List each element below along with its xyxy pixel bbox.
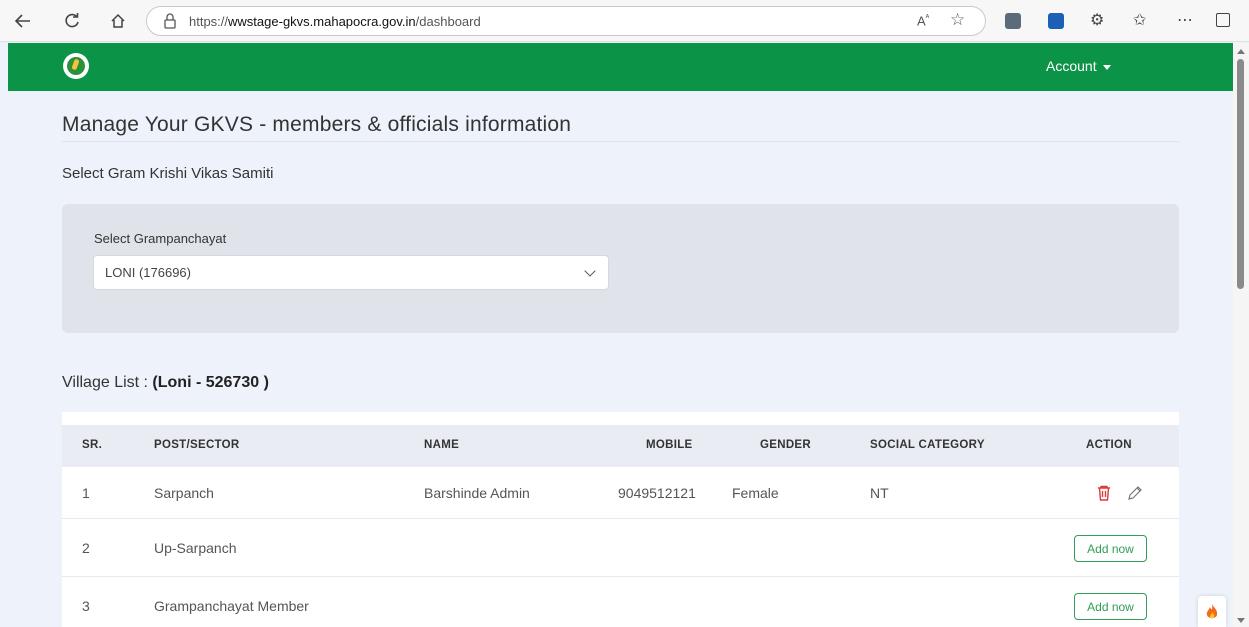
cell-mobile: 9049512121 <box>618 485 696 501</box>
col-action: ACTION <box>1086 439 1132 451</box>
page-scrollbar[interactable] <box>1233 43 1249 627</box>
scroll-up-icon[interactable] <box>1237 49 1245 54</box>
extension-icon[interactable] <box>1005 13 1021 29</box>
add-now-button[interactable]: Add now <box>1074 593 1147 620</box>
page-title: Manage Your GKVS - members & officials i… <box>62 113 572 136</box>
logo[interactable] <box>63 53 89 79</box>
cell-post: Up-Sarpanch <box>154 540 237 556</box>
extension-icon[interactable] <box>1048 13 1064 29</box>
col-social-category: SOCIAL CATEGORY <box>870 439 985 451</box>
table-row: 1 Sarpanch Barshinde Admin 9049512121 Fe… <box>62 467 1179 519</box>
chat-widget[interactable] <box>1198 596 1226 627</box>
cell-gender: Female <box>732 485 779 501</box>
account-menu[interactable]: Account <box>1046 58 1111 74</box>
cell-post: Grampanchayat Member <box>154 598 309 614</box>
add-now-button[interactable]: Add now <box>1074 535 1147 562</box>
home-icon[interactable] <box>108 11 128 31</box>
cell-name: Barshinde Admin <box>424 485 530 501</box>
cell-sr: 2 <box>82 540 90 556</box>
cell-sr: 1 <box>82 485 90 501</box>
url-path: /dashboard <box>415 14 481 29</box>
col-sr: SR. <box>82 439 103 451</box>
lock-icon[interactable] <box>163 13 177 29</box>
more-icon[interactable]: ⋯ <box>1177 10 1193 30</box>
fire-icon <box>1206 603 1218 618</box>
sidebar-icon[interactable] <box>1216 13 1230 27</box>
scroll-thumb[interactable] <box>1237 59 1244 289</box>
cell-post: Sarpanch <box>154 485 214 501</box>
read-aloud-icon[interactable]: Aᴬ <box>917 13 929 28</box>
cell-category: NT <box>870 485 889 501</box>
grampanchayat-label: Select Grampanchayat <box>94 231 227 246</box>
logo-icon <box>67 57 85 75</box>
edit-icon[interactable] <box>1127 485 1143 501</box>
section-label: Select Gram Krishi Vikas Samiti <box>62 165 274 182</box>
chevron-down-icon <box>584 265 596 277</box>
favorites-bar-icon[interactable]: ✩ <box>1133 10 1146 30</box>
filter-panel: Select Grampanchayat LONI (176696) <box>62 204 1179 333</box>
favorite-icon[interactable]: ☆ <box>950 10 965 30</box>
refresh-icon[interactable] <box>62 11 82 31</box>
col-mobile: MOBILE <box>646 439 693 451</box>
village-name: (Loni - 526730 ) <box>152 374 269 391</box>
village-list-title: Village List : (Loni - 526730 ) <box>62 374 269 392</box>
caret-down-icon <box>1102 64 1111 70</box>
delete-icon[interactable] <box>1096 485 1112 501</box>
app-header: Account <box>8 43 1233 91</box>
table-header: SR. POST/SECTOR NAME MOBILE GENDER SOCIA… <box>62 425 1179 467</box>
col-name: NAME <box>424 439 460 451</box>
browser-toolbar: https://wwstage-gkvs.mahapocra.gov.in/da… <box>0 0 1249 42</box>
village-list-prefix: Village List : <box>62 374 153 391</box>
url-text[interactable]: https://wwstage-gkvs.mahapocra.gov.in/da… <box>189 14 481 29</box>
table-row: 3 Grampanchayat Member Add now <box>62 577 1179 627</box>
col-post: POST/SECTOR <box>154 439 240 451</box>
members-table: SR. POST/SECTOR NAME MOBILE GENDER SOCIA… <box>62 412 1179 627</box>
address-bar[interactable]: https://wwstage-gkvs.mahapocra.gov.in/da… <box>146 6 986 36</box>
url-domain: wwstage-gkvs.mahapocra.gov.in <box>228 14 416 29</box>
grampanchayat-select[interactable]: LONI (176696) <box>93 255 609 290</box>
back-icon[interactable] <box>13 11 33 31</box>
scroll-down-icon[interactable] <box>1237 618 1245 623</box>
col-gender: GENDER <box>760 439 812 451</box>
url-prefix: https:// <box>189 14 229 29</box>
select-value: LONI (176696) <box>105 265 191 280</box>
cell-sr: 3 <box>82 598 90 614</box>
table-row: 2 Up-Sarpanch Add now <box>62 519 1179 577</box>
divider <box>62 141 1179 142</box>
extension-icon[interactable]: ⚙ <box>1090 10 1104 30</box>
account-label: Account <box>1046 58 1097 74</box>
